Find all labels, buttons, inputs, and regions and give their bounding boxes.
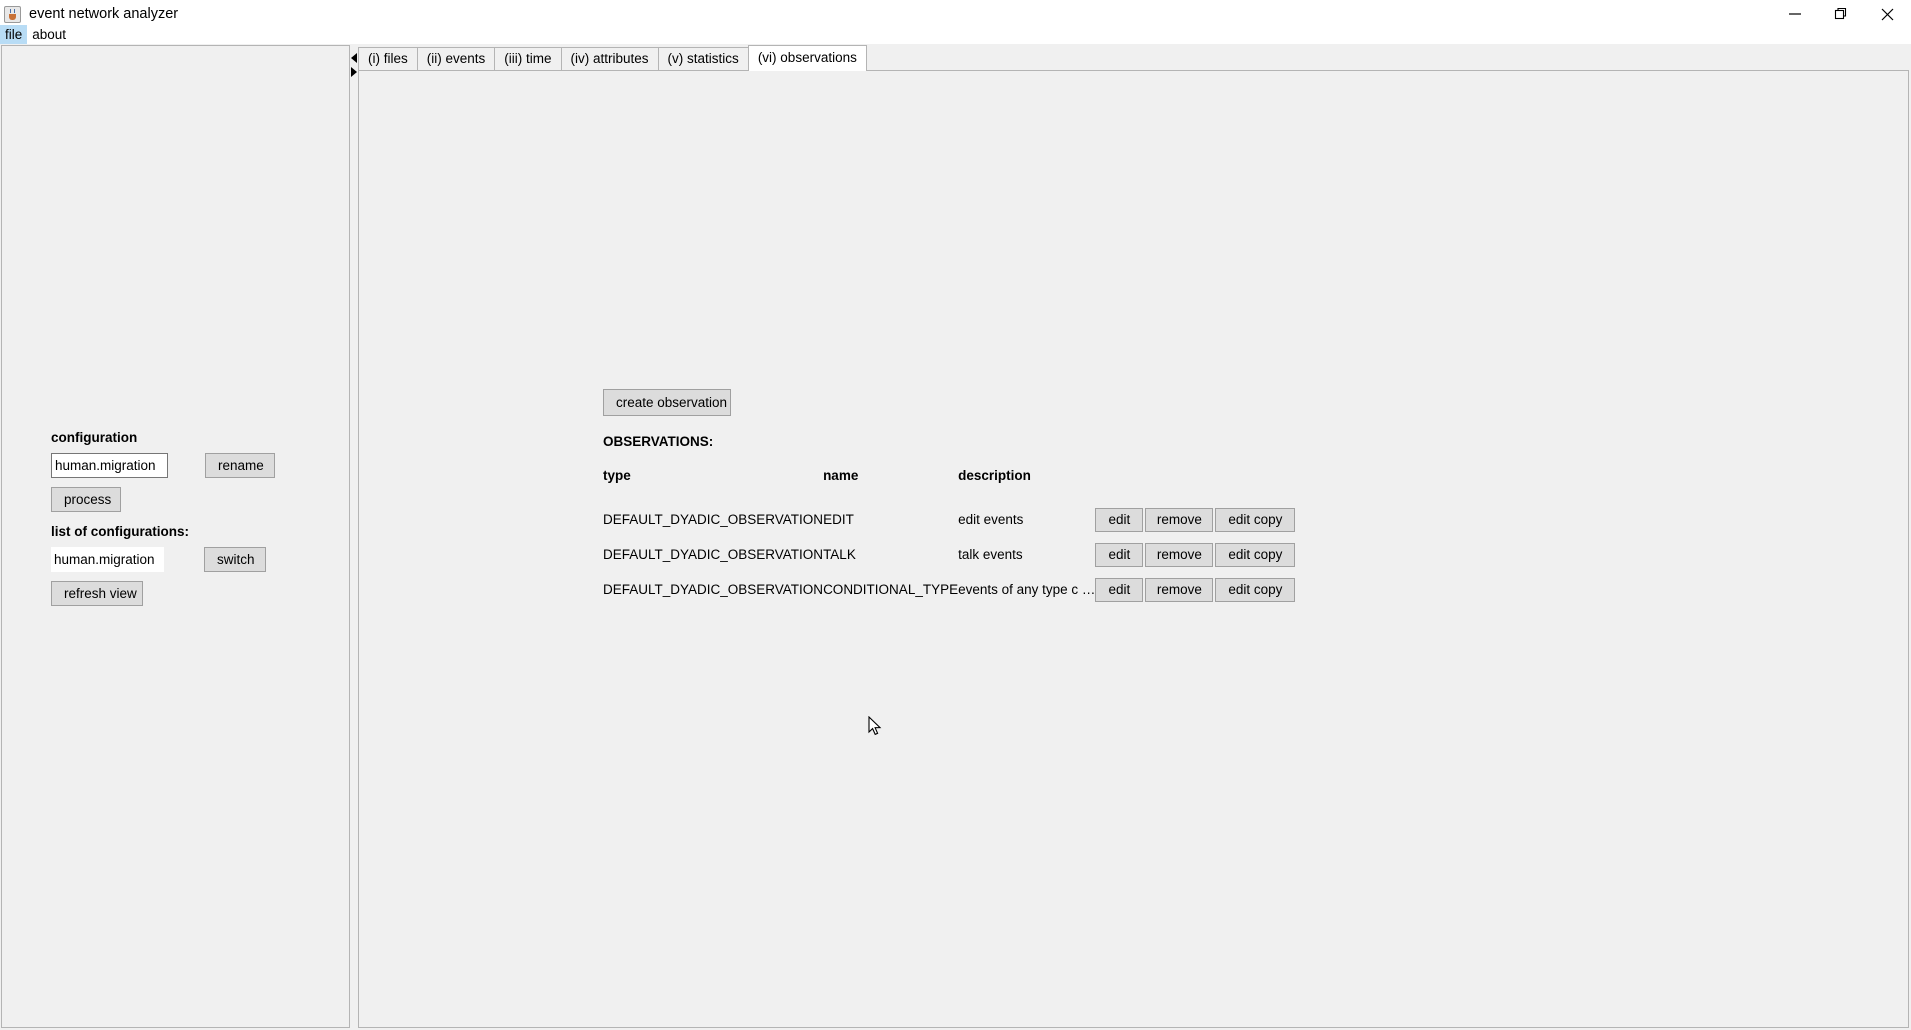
cell-actions: edit remove edit copy [1095,502,1310,537]
table-row: DEFAULT_DYADIC_OBSERVATION EDIT edit eve… [603,502,1310,537]
cell-name: TALK [823,537,958,572]
observations-table: type name description DEFAULT_DYADIC_OBS… [603,468,1310,607]
tab-observations[interactable]: (vi) observations [748,45,867,71]
main-body: configuration human.migration rename pro… [0,44,1911,1030]
cell-actions: edit remove edit copy [1095,537,1310,572]
split-pane-divider[interactable] [350,45,358,1028]
list-item[interactable]: human.migration [51,547,164,572]
configuration-name-input[interactable]: human.migration [51,453,168,478]
process-button[interactable]: process [51,487,121,512]
cell-name: EDIT [823,502,958,537]
cell-description: events of any type c … [958,572,1095,607]
content-pane: (i) files (ii) events (iii) time (iv) at… [358,45,1909,1028]
table-row: DEFAULT_DYADIC_OBSERVATION CONDITIONAL_T… [603,572,1310,607]
menu-item-about[interactable]: about [27,25,71,44]
edit-button[interactable]: edit [1095,543,1143,567]
edit-copy-button[interactable]: edit copy [1215,543,1295,567]
tab-bar: (i) files (ii) events (iii) time (iv) at… [358,45,1909,71]
remove-button[interactable]: remove [1145,508,1213,532]
edit-copy-button[interactable]: edit copy [1215,578,1295,602]
triangle-left-icon[interactable] [351,53,357,63]
tab-files[interactable]: (i) files [358,47,418,71]
observations-heading: OBSERVATIONS: [603,434,1310,449]
close-button[interactable] [1864,0,1910,28]
table-header-row: type name description [603,468,1310,502]
column-header-description: description [958,468,1095,502]
cell-type: DEFAULT_DYADIC_OBSERVATION [603,502,823,537]
column-header-name: name [823,468,958,502]
table-row: DEFAULT_DYADIC_OBSERVATION TALK talk eve… [603,537,1310,572]
list-of-configurations-label: list of configurations: [51,524,351,539]
column-header-actions [1095,468,1310,502]
cell-type: DEFAULT_DYADIC_OBSERVATION [603,537,823,572]
remove-button[interactable]: remove [1145,543,1213,567]
configuration-list-row: human.migration switch [51,547,351,572]
triangle-right-icon[interactable] [351,67,357,77]
cell-name: CONDITIONAL_TYPE [823,572,958,607]
menu-bar: file about [0,25,1911,44]
edit-button[interactable]: edit [1095,578,1143,602]
window-title: event network analyzer [29,6,178,22]
maximize-button[interactable] [1818,0,1864,28]
configuration-row: human.migration rename [51,453,351,478]
tab-statistics[interactable]: (v) statistics [658,47,749,71]
cell-actions: edit remove edit copy [1095,572,1310,607]
java-coffee-cup-icon [4,6,21,23]
tab-attributes[interactable]: (iv) attributes [561,47,659,71]
rename-button[interactable]: rename [205,453,275,478]
configuration-sidebar: configuration human.migration rename pro… [1,45,350,1028]
cell-description: edit events [958,502,1095,537]
title-bar: event network analyzer [0,0,1911,28]
column-header-type: type [603,468,823,502]
close-icon [1880,7,1895,22]
tab-events[interactable]: (ii) events [417,47,496,71]
edit-button[interactable]: edit [1095,508,1143,532]
cell-description: talk events [958,537,1095,572]
process-row: process [51,487,351,512]
refresh-row: refresh view [51,581,351,606]
configuration-label: configuration [51,430,351,445]
tab-time[interactable]: (iii) time [494,47,561,71]
minimize-icon [1788,7,1802,21]
minimize-button[interactable] [1772,0,1818,28]
switch-button[interactable]: switch [204,547,266,572]
restore-icon [1834,7,1848,21]
edit-copy-button[interactable]: edit copy [1215,508,1295,532]
menu-item-file[interactable]: file [0,25,27,44]
remove-button[interactable]: remove [1145,578,1213,602]
create-observation-button[interactable]: create observation [603,389,731,416]
observations-tab-panel: create observation OBSERVATIONS: type na… [358,70,1909,1028]
cell-type: DEFAULT_DYADIC_OBSERVATION [603,572,823,607]
mouse-pointer-icon [868,716,884,738]
refresh-view-button[interactable]: refresh view [51,581,143,606]
